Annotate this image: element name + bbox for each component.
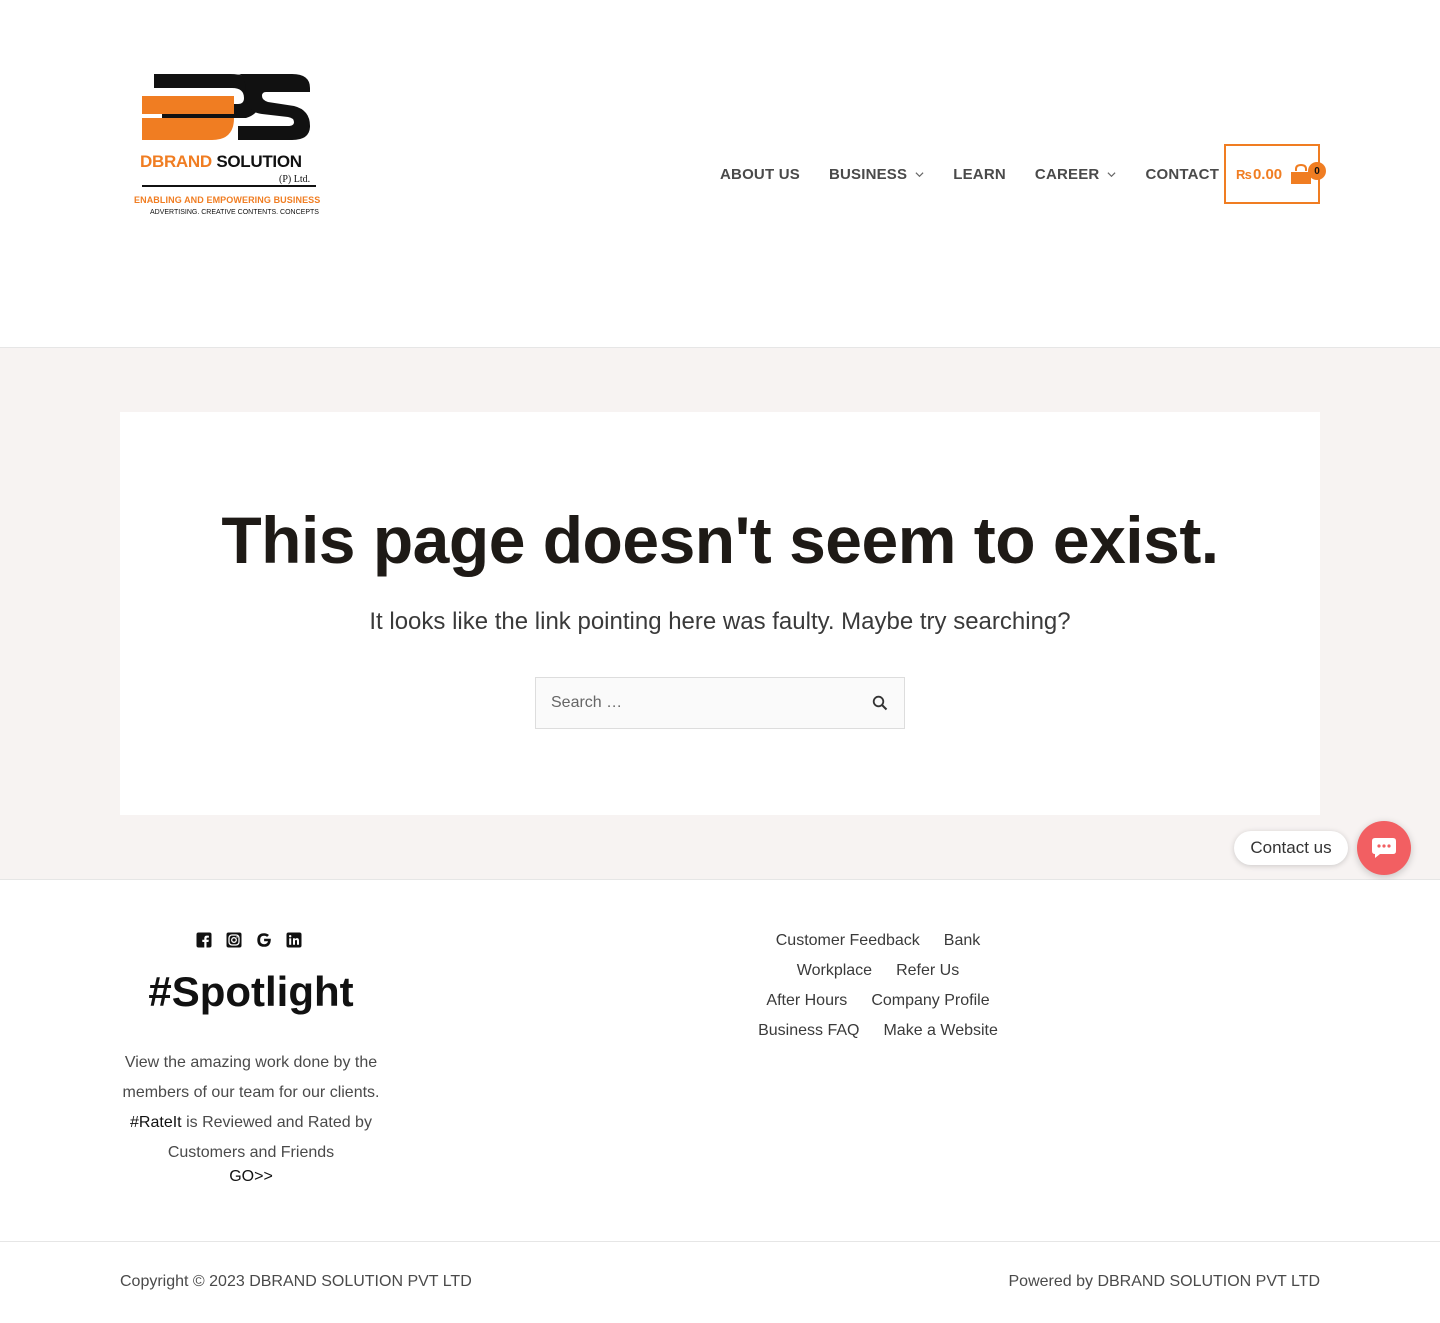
footer-menu: Customer Feedback Bank Workplace Refer U… — [740, 926, 1016, 1046]
footer-link-make-a-website[interactable]: Make a Website — [883, 1022, 997, 1040]
facebook-icon[interactable] — [196, 932, 212, 948]
logo-ds-mark — [142, 74, 310, 140]
rateit-text: is Reviewed and Rated by Customers and F… — [167, 1114, 372, 1161]
footer-menu-row: Business FAQ Make a Website — [740, 1016, 1016, 1046]
cart-button[interactable]: ₨ 0.00 0 — [1224, 144, 1326, 204]
footer-bottom-bar: Copyright © 2023 DBRAND SOLUTION PVT LTD… — [0, 1243, 1440, 1323]
linkedin-icon[interactable] — [286, 932, 302, 948]
page-subtitle: It looks like the link pointing here was… — [369, 608, 1071, 635]
site-logo[interactable]: DBRAND SOLUTION (P) Ltd. ENABLING AND EM… — [132, 66, 326, 222]
error-404-card: This page doesn't seem to exist. It look… — [120, 412, 1320, 815]
nav-business[interactable]: BUSINESS — [829, 166, 924, 183]
footer-widgets: #Spotlight View the amazing work done by… — [0, 880, 1440, 1242]
chat-bubble-icon — [1372, 838, 1396, 858]
footer-menu-row: Customer Feedback Bank — [740, 926, 1016, 956]
footer-link-after-hours[interactable]: After Hours — [766, 992, 847, 1010]
go-link[interactable]: GO>> — [120, 1168, 382, 1186]
footer-link-refer-us[interactable]: Refer Us — [896, 962, 959, 980]
nav-learn[interactable]: LEARN — [953, 166, 1006, 183]
cart-currency: ₨ — [1236, 166, 1252, 182]
spotlight-text: View the amazing work done by the member… — [122, 1054, 380, 1101]
nav-label: CONTACT — [1145, 165, 1220, 183]
logo-tagline: ENABLING AND EMPOWERING BUSINESS — [134, 195, 321, 205]
footer-link-business-faq[interactable]: Business FAQ — [758, 1022, 859, 1040]
contact-us-button[interactable] — [1357, 821, 1411, 875]
main-navigation: ABOUT US BUSINESS LEARN CAREER CONTACT — [720, 163, 1219, 185]
logo-wordmark: DBRAND SOLUTION — [140, 152, 302, 171]
footer-link-workplace[interactable]: Workplace — [797, 962, 872, 980]
instagram-icon[interactable] — [226, 932, 242, 948]
rateit-link[interactable]: #RateIt — [130, 1114, 182, 1131]
copyright-text: Copyright © 2023 DBRAND SOLUTION PVT LTD — [120, 1273, 472, 1290]
nav-label: LEARN — [953, 165, 1006, 183]
footer-link-customer-feedback[interactable]: Customer Feedback — [776, 932, 920, 950]
social-links — [196, 932, 302, 948]
nav-label: CAREER — [1034, 165, 1100, 183]
search-icon[interactable] — [872, 695, 888, 711]
logo-subtagline: ADVERTISING. CREATIVE CONTENTS. CONCEPTS — [150, 209, 319, 216]
cart-total: 0.00 — [1252, 165, 1283, 183]
nav-label: ABOUT US — [720, 165, 800, 183]
search-input[interactable] — [551, 694, 851, 712]
nav-career[interactable]: CAREER — [1035, 166, 1117, 183]
logo-suffix: (P) Ltd. — [279, 174, 311, 185]
cart-count-badge: 0 — [1308, 162, 1326, 180]
nav-contact[interactable]: CONTACT — [1145, 166, 1219, 183]
spotlight-heading: #Spotlight — [148, 968, 354, 1015]
logo-divider — [142, 185, 316, 187]
google-icon[interactable] — [256, 932, 272, 948]
nav-label: BUSINESS — [828, 165, 908, 183]
spotlight-description: View the amazing work done by the member… — [120, 1048, 382, 1168]
footer-menu-row: After Hours Company Profile — [740, 986, 1016, 1016]
footer-menu-row: Workplace Refer Us — [740, 956, 1016, 986]
page-title: This page doesn't seem to exist. — [221, 503, 1219, 577]
chevron-down-icon — [915, 171, 924, 177]
footer-link-bank[interactable]: Bank — [944, 932, 980, 950]
nav-about-us[interactable]: ABOUT US — [720, 166, 800, 183]
main-content: This page doesn't seem to exist. It look… — [0, 348, 1440, 880]
site-header: DBRAND SOLUTION (P) Ltd. ENABLING AND EM… — [0, 0, 1440, 348]
contact-us-label[interactable]: Contact us — [1234, 831, 1348, 865]
search-form — [535, 677, 905, 729]
chevron-down-icon — [1107, 171, 1116, 177]
footer-link-company-profile[interactable]: Company Profile — [871, 992, 989, 1010]
powered-by-text: Powered by DBRAND SOLUTION PVT LTD — [1008, 1273, 1321, 1290]
